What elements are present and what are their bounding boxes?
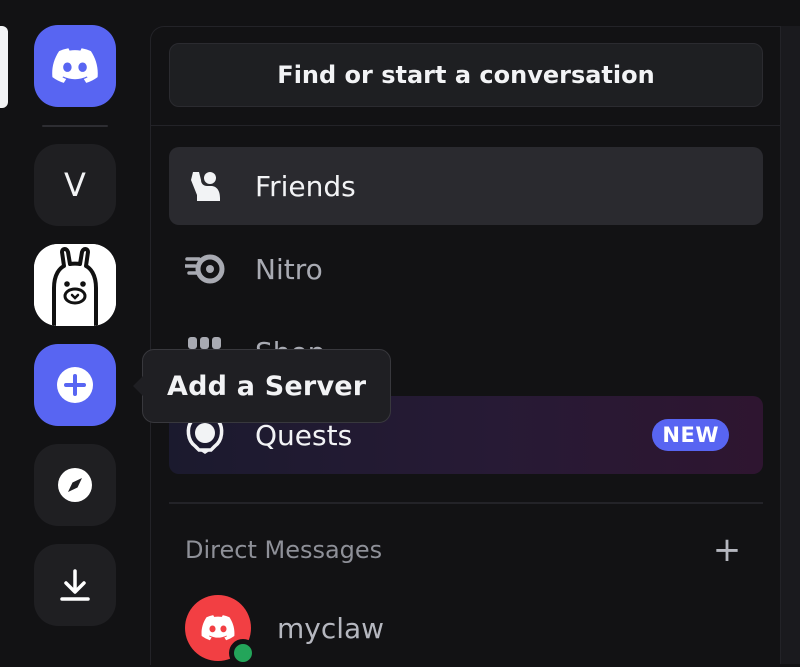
server-v[interactable]: V xyxy=(34,144,116,226)
avatar xyxy=(185,595,257,667)
create-dm-plus-icon[interactable]: + xyxy=(709,533,745,567)
direct-messages-home-button[interactable] xyxy=(34,25,116,107)
ollama-llama-icon xyxy=(34,244,116,326)
rail-divider xyxy=(42,125,108,127)
dm-list-item[interactable]: myclaw xyxy=(185,593,745,667)
discord-logo-icon xyxy=(201,615,235,641)
search-label: Find or start a conversation xyxy=(277,61,655,89)
selected-indicator xyxy=(0,26,8,108)
direct-messages-header: Direct Messages + xyxy=(185,532,745,568)
search-bar-area: Find or start a conversation xyxy=(151,27,781,126)
new-badge: NEW xyxy=(652,419,729,451)
explore-servers-button[interactable] xyxy=(34,444,116,526)
download-apps-button[interactable] xyxy=(34,544,116,626)
nav-friends[interactable]: Friends xyxy=(169,147,763,225)
direct-messages-title: Direct Messages xyxy=(185,536,383,564)
add-server-tooltip: Add a Server xyxy=(132,349,392,423)
download-icon xyxy=(60,569,90,601)
server-v-initial: V xyxy=(64,166,86,204)
section-divider xyxy=(169,502,763,504)
online-status-indicator xyxy=(229,639,257,667)
nav-nitro[interactable]: Nitro xyxy=(169,230,763,308)
plus-circle-icon xyxy=(57,367,93,403)
find-conversation-button[interactable]: Find or start a conversation xyxy=(169,43,763,107)
server-ollama[interactable] xyxy=(34,244,116,326)
nitro-icon xyxy=(185,249,225,289)
dm-sidebar: Find or start a conversation Friends Nit… xyxy=(150,26,781,667)
compass-icon xyxy=(58,468,92,502)
main-content-edge xyxy=(780,26,800,664)
dm-user-name: myclaw xyxy=(277,611,385,645)
friends-wave-icon xyxy=(185,166,225,206)
server-rail: V xyxy=(0,0,150,664)
nav-nitro-label: Nitro xyxy=(255,252,323,286)
nav-quests-label: Quests xyxy=(255,418,353,452)
tooltip-label: Add a Server xyxy=(167,370,367,402)
discord-logo-icon xyxy=(52,48,98,83)
add-server-button[interactable] xyxy=(34,344,116,426)
nav-friends-label: Friends xyxy=(255,169,356,203)
